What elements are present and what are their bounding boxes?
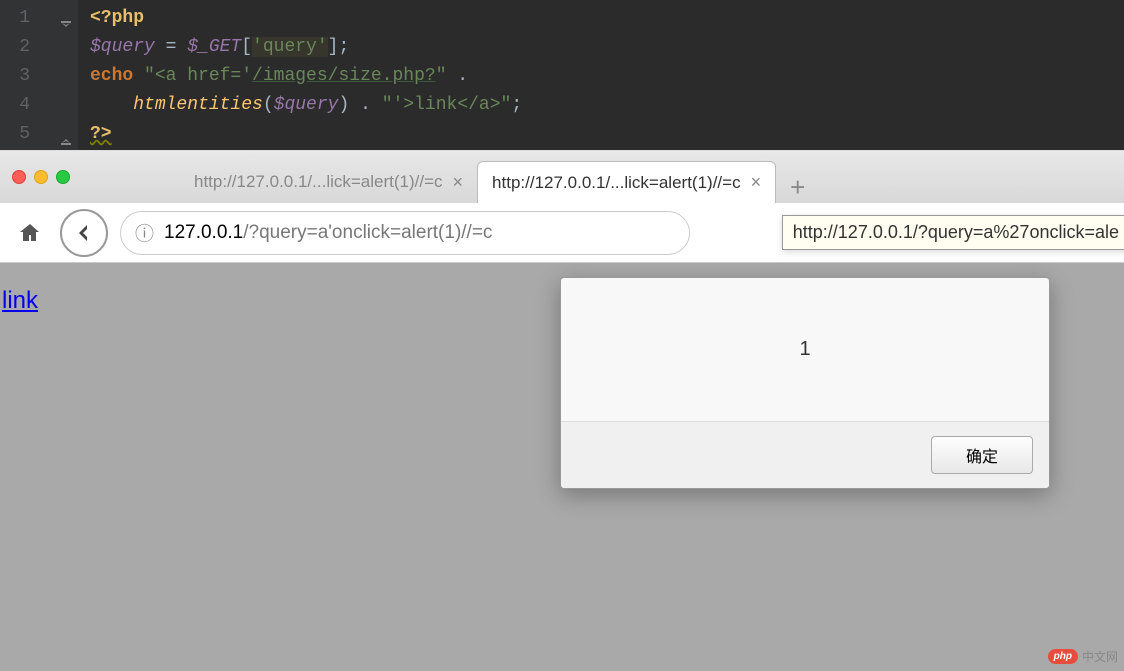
- window-controls: [12, 170, 70, 184]
- alert-dialog: 1 确定: [560, 277, 1050, 489]
- close-tab-icon[interactable]: ×: [453, 172, 464, 193]
- watermark: php 中文网: [1048, 648, 1118, 665]
- close-tab-icon[interactable]: ×: [751, 172, 762, 193]
- code-content[interactable]: <?php $query = $_GET['query']; echo "<a …: [78, 0, 1124, 150]
- page-content: link 1 确定 php 中文网: [0, 263, 1124, 671]
- home-icon: [18, 221, 42, 245]
- tab-strip: http://127.0.0.1/...lick=alert(1)//=c × …: [180, 151, 805, 203]
- toolbar: ⓘ 127.0.0.1/?query=a'onclick=alert(1)//=…: [0, 203, 1124, 263]
- line-number: 1: [0, 4, 78, 33]
- dialog-message: 1: [561, 278, 1049, 422]
- line-gutter: 1 2 3 4 5: [0, 0, 78, 150]
- browser-tab[interactable]: http://127.0.0.1/...lick=alert(1)//=c ×: [180, 161, 477, 203]
- watermark-text: 中文网: [1082, 648, 1118, 665]
- titlebar: http://127.0.0.1/...lick=alert(1)//=c × …: [0, 151, 1124, 203]
- page-link[interactable]: link: [2, 287, 38, 314]
- tab-title: http://127.0.0.1/...lick=alert(1)//=c: [194, 172, 443, 192]
- url-bar[interactable]: ⓘ 127.0.0.1/?query=a'onclick=alert(1)//=…: [120, 211, 690, 255]
- browser-tab-active[interactable]: http://127.0.0.1/...lick=alert(1)//=c ×: [477, 161, 776, 203]
- line-number: 3: [0, 62, 78, 91]
- url-text: 127.0.0.1/?query=a'onclick=alert(1)//=c: [164, 222, 492, 244]
- home-button[interactable]: [12, 215, 48, 251]
- new-tab-button[interactable]: +: [790, 172, 805, 203]
- line-number: 4: [0, 91, 78, 120]
- info-icon[interactable]: ⓘ: [135, 219, 154, 246]
- fold-close-icon[interactable]: [60, 129, 72, 141]
- dialog-footer: 确定: [561, 422, 1049, 488]
- url-tooltip: http://127.0.0.1/?query=a%27onclick=ale: [782, 215, 1124, 250]
- browser-window: http://127.0.0.1/...lick=alert(1)//=c × …: [0, 150, 1124, 671]
- maximize-window-button[interactable]: [56, 170, 70, 184]
- back-button[interactable]: [60, 209, 108, 257]
- code-editor[interactable]: 1 2 3 4 5 <?php $query = $_GET['query'];…: [0, 0, 1124, 150]
- close-window-button[interactable]: [12, 170, 26, 184]
- arrow-left-icon: [72, 221, 96, 245]
- line-number: 5: [0, 120, 78, 149]
- minimize-window-button[interactable]: [34, 170, 48, 184]
- watermark-badge: php: [1048, 649, 1078, 664]
- fold-open-icon[interactable]: [60, 13, 72, 25]
- line-number: 2: [0, 33, 78, 62]
- tab-title: http://127.0.0.1/...lick=alert(1)//=c: [492, 173, 741, 193]
- ok-button[interactable]: 确定: [931, 436, 1033, 474]
